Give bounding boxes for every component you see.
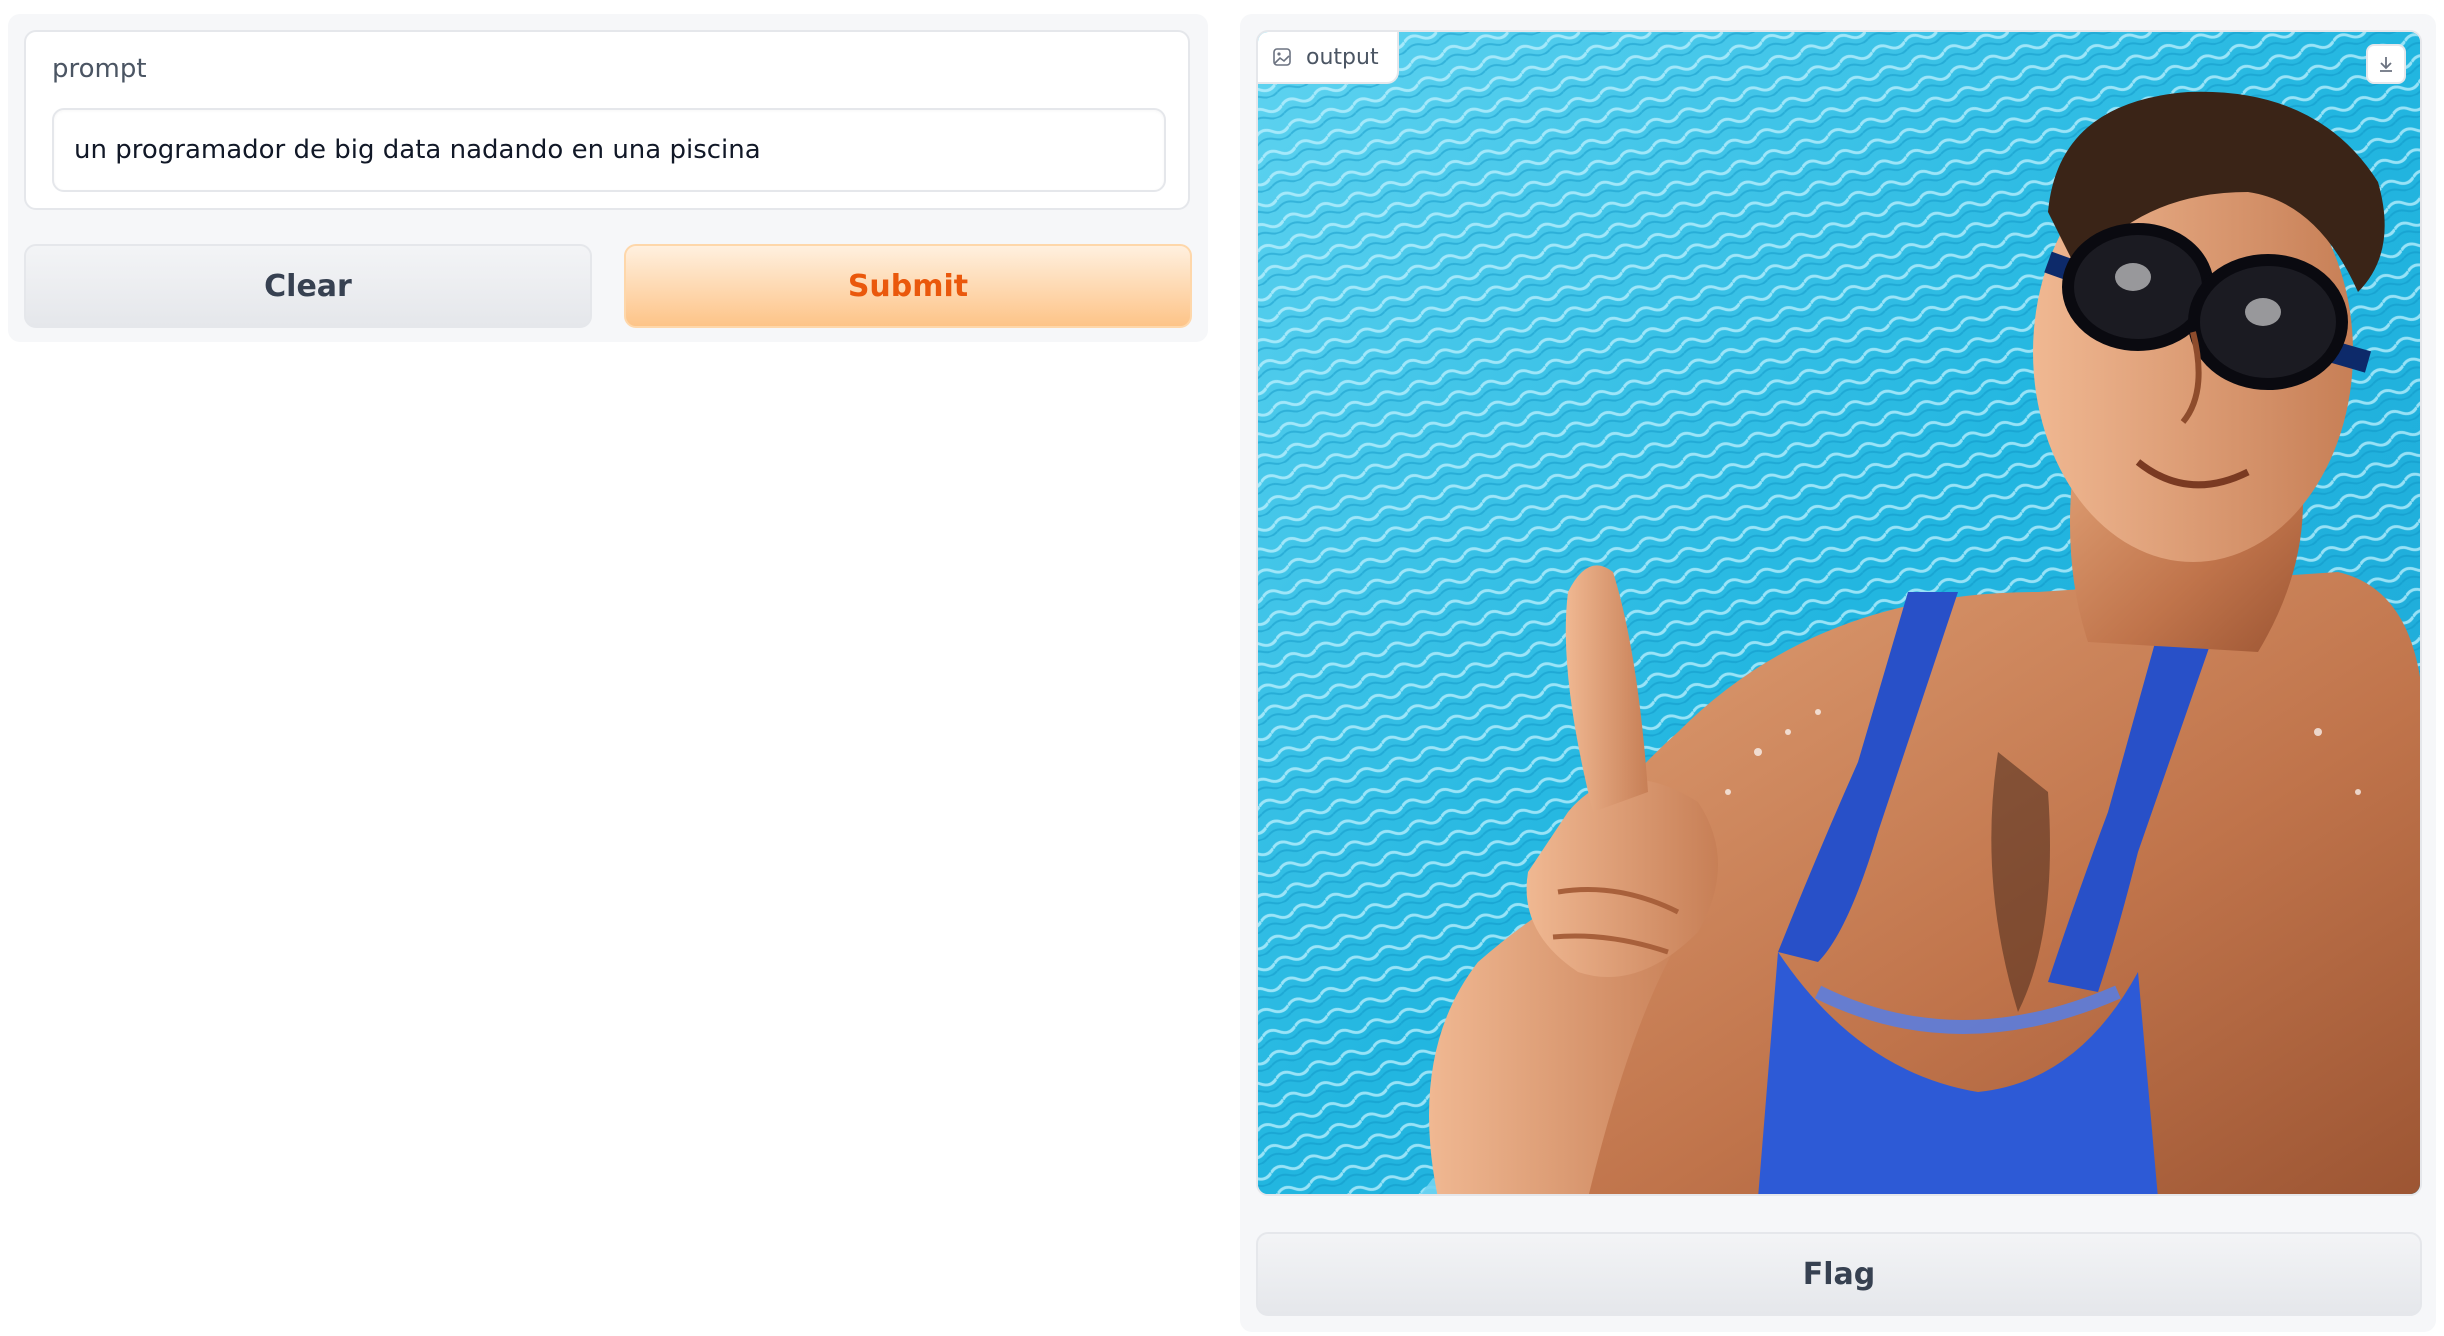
input-panel: prompt Clear Submit xyxy=(8,14,1208,342)
prompt-label: prompt xyxy=(52,54,147,84)
output-panel: output Flag xyxy=(1240,14,2436,1332)
image-icon xyxy=(1273,48,1291,66)
prompt-input[interactable] xyxy=(52,108,1166,192)
submit-button[interactable]: Submit xyxy=(624,244,1192,328)
download-icon xyxy=(2380,57,2392,72)
flag-button[interactable]: Flag xyxy=(1256,1232,2422,1316)
prompt-block: prompt xyxy=(24,30,1190,210)
output-image xyxy=(1258,32,2420,1194)
output-label: output xyxy=(1306,44,1379,70)
clear-button[interactable]: Clear xyxy=(24,244,592,328)
output-image-container: output xyxy=(1256,30,2422,1196)
download-button[interactable] xyxy=(2366,44,2406,84)
output-label-tab: output xyxy=(1258,32,1399,84)
